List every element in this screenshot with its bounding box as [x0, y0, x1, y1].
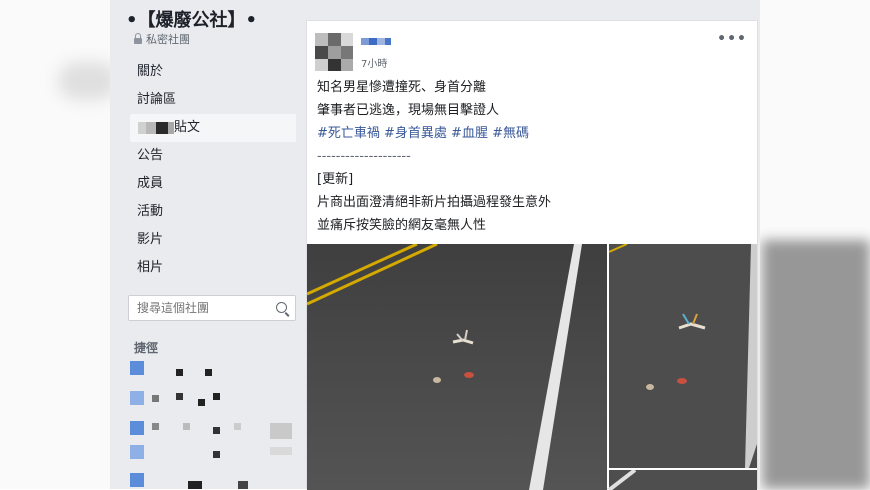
pixelated-censor	[176, 393, 183, 400]
search-icon[interactable]	[276, 302, 287, 313]
group-nav: 關於 討論區 貼文 公告 成員 活動 影片 相片	[110, 58, 306, 282]
nav-label: 相片	[137, 260, 164, 275]
nav-item-photos[interactable]: 相片	[110, 254, 306, 282]
shortcut-avatar-censored[interactable]	[130, 445, 144, 459]
nav-item-videos[interactable]: 影片	[110, 226, 306, 254]
post-update-line: 並痛斥按笑臉的網友毫無人性	[317, 218, 487, 233]
nav-label: 討論區	[137, 92, 177, 107]
pixelated-censor	[138, 121, 146, 134]
pixelated-censor	[238, 481, 248, 489]
nav-label: 公告	[137, 148, 164, 163]
nav-item-events[interactable]: 活動	[110, 198, 306, 226]
post-time[interactable]: 7小時	[361, 55, 387, 70]
post-divider: --------------------	[317, 149, 411, 164]
shortcut-avatar-censored[interactable]	[130, 361, 144, 375]
shortcut-avatar-censored[interactable]	[130, 421, 144, 435]
group-title[interactable]: •【爆廢公社】•	[126, 6, 257, 32]
group-name[interactable]: 【爆廢公社】	[138, 10, 246, 31]
nav-label: 關於	[137, 64, 164, 79]
pixelated-censor	[213, 393, 220, 400]
post-body: 知名男星慘遭撞死、身首分離 肇事者已逃逸，現場無目擊證人 #死亡車禍 #身首異處…	[317, 76, 747, 237]
shortcuts-heading: 捷徑	[134, 341, 159, 355]
bullet: •	[126, 10, 138, 31]
blurred-photo-edge	[762, 240, 870, 489]
bullet: •	[245, 10, 258, 31]
nav-item-about[interactable]: 關於	[110, 58, 306, 86]
group-sidebar: •【爆廢公社】• 私密社團 關於 討論區 貼文 公告 成員 活動 影片 相片 捷…	[110, 0, 306, 489]
pixelated-censor	[270, 423, 292, 439]
post-update-tag: [更新]	[317, 172, 354, 187]
road-photo	[609, 244, 757, 468]
nav-label: 貼文	[174, 120, 201, 135]
road-photo	[307, 244, 607, 490]
lock-icon	[134, 33, 142, 44]
pixelated-censor	[183, 423, 190, 430]
nav-item-discussion[interactable]: 討論區	[110, 86, 306, 114]
pixelated-censor	[198, 399, 205, 406]
pixelated-censor	[152, 423, 159, 430]
shortcut-avatar-censored[interactable]	[130, 473, 144, 487]
pixelated-censor	[188, 481, 202, 489]
nav-label: 影片	[137, 232, 164, 247]
post-line: 肇事者已逃逸，現場無目擊證人	[317, 103, 500, 118]
group-privacy: 私密社團	[134, 31, 190, 47]
blurred-element	[58, 62, 118, 100]
pixelated-censor	[234, 423, 241, 430]
road-photo	[609, 470, 757, 490]
pixelated-censor	[156, 121, 168, 134]
post-line: 知名男星慘遭撞死、身首分離	[317, 80, 487, 95]
nav-item-announcements[interactable]: 公告	[110, 142, 306, 170]
more-options-icon[interactable]: •••	[717, 31, 747, 47]
post-photo-main[interactable]	[307, 244, 607, 490]
pixelated-censor	[176, 369, 183, 376]
post-hashtags[interactable]: #死亡車禍 #身首異處 #血腥 #無碼	[317, 122, 747, 145]
search-input[interactable]	[129, 296, 277, 320]
pixelated-censor	[213, 427, 220, 434]
nav-item-members[interactable]: 成員	[110, 170, 306, 198]
group-search[interactable]	[128, 295, 296, 321]
post-photo-side[interactable]	[609, 244, 757, 468]
pixelated-censor	[213, 451, 220, 458]
post-photo-side-2[interactable]	[609, 470, 757, 490]
doll-head	[646, 384, 654, 390]
red-object	[677, 378, 687, 384]
nav-label: 活動	[137, 204, 164, 219]
author-name-censored[interactable]	[361, 38, 391, 45]
post-update-line: 片商出面澄清絕非新片拍攝過程發生意外	[317, 195, 552, 210]
pixelated-censor	[270, 447, 292, 455]
privacy-label: 私密社團	[146, 33, 190, 46]
red-object	[464, 372, 474, 378]
author-avatar-censored[interactable]	[315, 33, 353, 71]
pixelated-censor	[152, 395, 159, 402]
post-card: 7小時 ••• 知名男星慘遭撞死、身首分離 肇事者已逃逸，現場無目擊證人 #死亡…	[306, 20, 758, 490]
shortcut-avatar-censored[interactable]	[130, 391, 144, 405]
pixelated-censor	[146, 121, 156, 134]
pixelated-censor	[205, 369, 212, 376]
nav-label: 成員	[137, 176, 164, 191]
doll-head	[433, 377, 441, 383]
nav-item-posts[interactable]: 貼文	[130, 114, 296, 142]
